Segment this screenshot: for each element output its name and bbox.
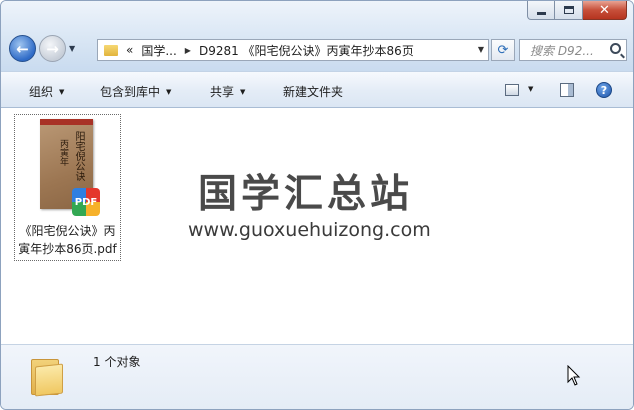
search-icon[interactable] [610,43,621,54]
recent-pages-dropdown[interactable]: ▼ [69,44,79,53]
refresh-icon: ⟳ [497,42,509,58]
view-icon [505,84,519,96]
explorer-window: ✕ ← → ▼ « 国学... ▶ D9281 《阳宅倪公诀》丙寅年抄本86页 … [0,0,634,410]
navigation-buttons: ← → ▼ [9,35,79,62]
chevron-down-icon: ▼ [240,88,246,96]
pdf-app-icon: PDF [72,188,100,216]
share-menu[interactable]: 共享 ▼ [210,83,245,100]
breadcrumb-chevron-icon[interactable]: ▶ [185,46,191,55]
breadcrumb-item-root[interactable]: 国学... [141,42,176,59]
chevron-down-icon: ▼ [166,88,172,96]
back-arrow-icon: ← [16,39,29,58]
address-bar[interactable]: « 国学... ▶ D9281 《阳宅倪公诀》丙寅年抄本86页 ▼ [97,39,489,61]
minimize-button[interactable] [527,1,555,20]
watermark-url: www.guoxuehuizong.com [188,219,431,241]
folder-icon [31,355,65,397]
breadcrumb-overflow[interactable]: « [126,43,133,57]
file-name[interactable]: 《阳宅倪公诀》丙寅年抄本86页.pdf [15,222,120,258]
help-button[interactable]: ? [596,82,612,98]
search-placeholder: 搜索 D92... [530,43,594,58]
share-label: 共享 [210,85,235,99]
pdf-badge-label: PDF [74,196,98,208]
caption-buttons: ✕ [527,1,627,20]
change-view-button[interactable] [505,84,519,96]
details-pane: 1 个对象 [1,344,633,409]
include-in-library-menu[interactable]: 包含到库中 ▼ [100,83,171,100]
view-options-dropdown[interactable]: ▼ [528,82,533,96]
thumbnail-text: 阳宅倪公诀 [73,131,84,181]
file-list-area[interactable]: 阳宅倪公诀 丙寅年 PDF 《阳宅倪公诀》丙寅年抄本86页.pdf 国学汇总站 … [1,108,633,344]
preview-pane-button[interactable] [560,83,574,97]
item-count: 1 个对象 [93,355,141,369]
maximize-icon [563,6,574,14]
mouse-cursor-icon [567,365,581,386]
folder-front [35,363,63,397]
new-folder-button[interactable]: 新建文件夹 [283,83,343,100]
include-in-library-label: 包含到库中 [100,85,161,99]
minimize-icon [536,11,546,15]
maximize-button[interactable] [555,1,583,20]
refresh-button[interactable]: ⟳ [491,39,515,61]
organize-label: 组织 [29,85,54,99]
close-icon: ✕ [599,2,610,18]
close-button[interactable]: ✕ [583,1,627,20]
watermark-title: 国学汇总站 [198,172,414,217]
file-item[interactable]: 阳宅倪公诀 丙寅年 PDF 《阳宅倪公诀》丙寅年抄本86页.pdf [14,114,121,261]
preview-pane-icon [560,83,574,97]
address-dropdown-icon[interactable]: ▼ [478,45,484,54]
forward-arrow-icon: → [46,39,59,58]
breadcrumb-item-current[interactable]: D9281 《阳宅倪公诀》丙寅年抄本86页 [199,42,414,59]
organize-menu[interactable]: 组织 ▼ [29,83,64,100]
back-button[interactable]: ← [9,35,36,62]
forward-button[interactable]: → [39,35,66,62]
thumbnail-text: 丙寅年 [58,139,68,166]
command-bar: 组织 ▼ 包含到库中 ▼ 共享 ▼ 新建文件夹 ▼ ? [1,71,633,108]
search-input[interactable]: 搜索 D92... [519,39,627,61]
help-icon: ? [596,82,612,98]
chevron-down-icon: ▼ [528,85,534,93]
new-folder-label: 新建文件夹 [283,85,344,99]
folder-icon [104,44,118,56]
title-bar: ✕ ← → ▼ « 国学... ▶ D9281 《阳宅倪公诀》丙寅年抄本86页 … [1,1,633,71]
chevron-down-icon: ▼ [59,88,65,96]
